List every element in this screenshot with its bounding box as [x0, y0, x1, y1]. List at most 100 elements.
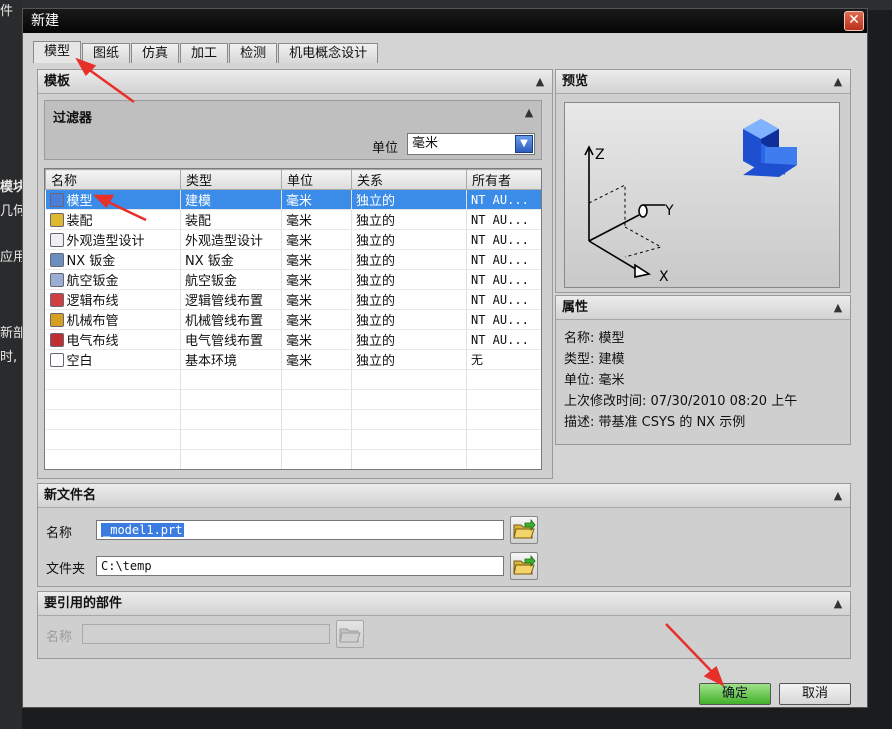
folder-input[interactable]: C:\temp [96, 556, 504, 576]
cancel-button[interactable]: 取消 [779, 683, 851, 705]
referenced-name-label: 名称 [46, 630, 73, 645]
collapse-icon[interactable]: ▲ [830, 488, 846, 504]
cell-text: 独立的 [356, 254, 396, 269]
templates-title: 模板 [44, 74, 71, 89]
tab-manufacturing[interactable]: 加工 [180, 43, 229, 63]
empty-cell [180, 409, 282, 430]
template-row[interactable]: 装配 装配 毫米 独立的 NT AU... [45, 209, 541, 230]
cell-owner: NT AU... [466, 249, 541, 270]
column-header-owner[interactable]: 所有者 [466, 169, 541, 190]
dialog-titlebar[interactable]: 新建 ✕ [23, 9, 867, 33]
folder-open-icon [513, 554, 536, 575]
property-label: 上次修改时间: [564, 394, 647, 409]
cell-unit: 毫米 [281, 209, 352, 230]
cell-unit: 毫米 [281, 309, 352, 330]
cell-text: 毫米 [286, 194, 313, 209]
properties-title: 属性 [562, 300, 589, 315]
elec-routing-icon [49, 333, 64, 347]
referenced-part-title: 要引用的部件 [44, 596, 123, 611]
preview-panel: 预览 ▲ Z Y X [555, 69, 851, 293]
templates-header[interactable]: 模板 ▲ [38, 70, 552, 94]
referenced-part-panel: 要引用的部件 ▲ 名称 [37, 591, 851, 659]
template-row[interactable]: 航空钣金 航空钣金 毫米 独立的 NT AU... [45, 269, 541, 290]
collapse-icon[interactable]: ▲ [830, 596, 846, 612]
templates-panel: 模板 ▲ 过滤器 ▲ 单位 毫米 ▼ 名称 类型 单位 关系 所有者 模型 建模… [37, 69, 553, 479]
cell-text: 电气布线 [66, 334, 119, 349]
column-header-type[interactable]: 类型 [180, 169, 282, 190]
property-value: 模型 [598, 331, 625, 346]
cell-text: NT AU... [471, 212, 529, 227]
cell-unit: 毫米 [281, 349, 352, 370]
template-row[interactable]: 外观造型设计 外观造型设计 毫米 独立的 NT AU... [45, 229, 541, 250]
cell-text: NT AU... [471, 272, 529, 287]
cell-text: 机械管线布置 [185, 314, 264, 329]
property-value: 07/30/2010 08:20 上午 [650, 394, 798, 409]
cell-text: NT AU... [471, 312, 529, 327]
empty-cell [180, 369, 282, 390]
cell-text: 独立的 [356, 194, 396, 209]
close-icon: ✕ [848, 12, 860, 28]
cell-owner: NT AU... [466, 209, 541, 230]
table-header-row: 名称 类型 单位 关系 所有者 [45, 169, 541, 190]
tab-model[interactable]: 模型 [33, 41, 82, 63]
new-filename-header[interactable]: 新文件名 ▲ [38, 484, 850, 508]
cell-owner: NT AU... [466, 309, 541, 330]
template-row[interactable]: 逻辑布线 逻辑管线布置 毫米 独立的 NT AU... [45, 289, 541, 310]
csys-preview-drawing: Z Y X [584, 119, 797, 285]
cell-text: NT AU... [471, 292, 529, 307]
template-row[interactable]: 模型 建模 毫米 独立的 NT AU... [45, 189, 541, 210]
cell-relation: 独立的 [351, 309, 467, 330]
referenced-name-input [82, 624, 330, 644]
tab-mechatronics[interactable]: 机电概念设计 [278, 43, 379, 63]
collapse-icon[interactable]: ▲ [532, 74, 548, 90]
cell-unit: 毫米 [281, 249, 352, 270]
referenced-part-header[interactable]: 要引用的部件 ▲ [38, 592, 850, 616]
column-header-name[interactable]: 名称 [45, 169, 181, 190]
template-row[interactable]: NX 钣金 NX 钣金 毫米 独立的 NT AU... [45, 249, 541, 270]
column-header-relation[interactable]: 关系 [351, 169, 467, 190]
cell-text: NT AU... [471, 192, 529, 207]
tab-inspection[interactable]: 检测 [229, 43, 278, 63]
collapse-icon[interactable]: ▲ [830, 300, 846, 316]
cell-text: 装配 [185, 214, 212, 229]
template-row[interactable]: 电气布线 电气管线布置 毫米 独立的 NT AU... [45, 329, 541, 350]
collapse-icon[interactable]: ▲ [521, 105, 537, 121]
cell-name: 逻辑布线 [45, 289, 181, 310]
mech-routing-icon [49, 313, 64, 327]
template-row[interactable]: 机械布管 机械管线布置 毫米 独立的 NT AU... [45, 309, 541, 330]
empty-cell [351, 369, 467, 390]
filter-title: 过滤器 [53, 111, 93, 126]
name-input[interactable]: _model1.prt [96, 520, 504, 540]
column-header-unit[interactable]: 单位 [281, 169, 352, 190]
empty-cell [466, 389, 541, 410]
property-value: 建模 [598, 352, 625, 367]
close-button[interactable]: ✕ [844, 11, 864, 31]
cell-owner: NT AU... [466, 269, 541, 290]
template-row[interactable]: 空白 基本环境 毫米 独立的 无 [45, 349, 541, 370]
unit-select[interactable]: 毫米 ▼ [407, 133, 535, 155]
sheet-metal-icon [49, 253, 64, 267]
tab-simulation[interactable]: 仿真 [131, 43, 180, 63]
blank-icon [49, 353, 64, 367]
ok-button[interactable]: 确定 [699, 683, 771, 705]
cell-text: 独立的 [356, 334, 396, 349]
browse-folder-button[interactable] [510, 552, 538, 580]
preview-header[interactable]: 预览 ▲ [556, 70, 850, 94]
empty-cell [351, 449, 467, 469]
unit-label: 单位 [372, 141, 399, 156]
tab-drawing[interactable]: 图纸 [82, 43, 131, 63]
empty-cell [467, 470, 543, 471]
cell-text: 毫米 [286, 354, 313, 369]
cell-unit: 毫米 [281, 329, 352, 350]
chevron-down-icon[interactable]: ▼ [515, 135, 533, 153]
part-cube-icon [743, 119, 797, 177]
properties-header[interactable]: 属性 ▲ [556, 296, 850, 320]
browse-name-button[interactable] [510, 516, 538, 544]
cell-text: 毫米 [286, 214, 313, 229]
collapse-icon[interactable]: ▲ [830, 74, 846, 90]
cell-text: 建模 [185, 194, 212, 209]
property-label: 描述: [564, 415, 595, 430]
templates-table[interactable]: 名称 类型 单位 关系 所有者 模型 建模 毫米 独立的 NT AU... 装配 装配 毫米独… [44, 168, 542, 470]
empty-cell [45, 449, 181, 469]
background-app-strip: 件 模块 几何 应用 新部 时, [0, 0, 26, 729]
